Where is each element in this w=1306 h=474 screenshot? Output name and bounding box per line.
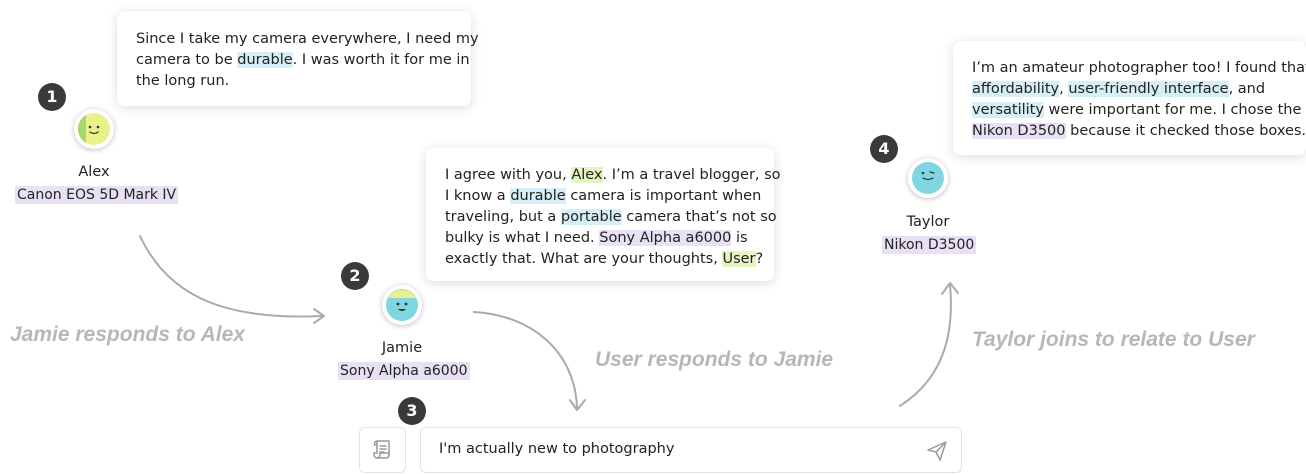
message-text: camera is important when <box>565 188 762 204</box>
send-icon[interactable] <box>925 439 949 467</box>
message-text: ? <box>755 251 764 267</box>
attribute-highlight: durable <box>510 188 566 204</box>
step-badge-1: 1 <box>38 83 66 111</box>
jamie-message-bubble: I agree with you, Alex. I’m a travel blo… <box>426 148 781 281</box>
camera-tag-jamie: Sony Alpha a6000 <box>338 362 470 380</box>
camera-tag-alex: Canon EOS 5D Mark IV <box>15 186 179 204</box>
step-badge-4: 4 <box>870 135 898 163</box>
message-text: I’m an amateur photographer too! I found… <box>972 60 1306 76</box>
message-text: bulky is what I need. <box>445 230 600 246</box>
smiley-face-icon <box>77 113 110 145</box>
participant-name-jamie: Jamie <box>381 340 423 356</box>
arrow-jamie-to-user <box>473 311 578 409</box>
camera-tag-taylor: Nikon D3500 <box>882 236 977 254</box>
scroll-icon <box>373 440 390 459</box>
attribute-highlight: durable <box>237 52 293 68</box>
attribute-highlight: affordability <box>972 81 1060 97</box>
smiley-face-icon <box>386 289 418 321</box>
message-text: Since I take my camera everywhere, I nee… <box>136 31 479 47</box>
message-text: is <box>731 230 748 246</box>
message-text: camera to be <box>136 52 238 68</box>
step-badge-2: 2 <box>341 262 369 290</box>
message-text: I know a <box>445 188 511 204</box>
avatar-alex <box>74 109 114 149</box>
attribute-highlight: portable <box>560 209 622 225</box>
name-highlight: Alex <box>571 167 603 183</box>
message-text: , and <box>1228 81 1266 97</box>
message-text: were important for me. I chose the <box>1043 102 1302 118</box>
attribute-highlight: versatility <box>972 102 1044 118</box>
alex-message-bubble: Since I take my camera everywhere, I nee… <box>117 11 479 106</box>
camera-highlight: Sony Alpha a6000 <box>599 230 732 246</box>
message-text: exactly that. What are your thoughts, <box>445 251 723 267</box>
taylor-message-bubble: I’m an amateur photographer too! I found… <box>953 41 1306 155</box>
message-text: . I’m a travel blogger, so <box>602 167 781 183</box>
participant-name-taylor: Taylor <box>906 214 950 230</box>
participant-name-alex: Alex <box>78 164 110 180</box>
avatar-taylor <box>908 158 948 198</box>
caption-taylor-joins: Taylor joins to relate to User <box>972 328 1255 351</box>
step-badge-3: 3 <box>398 397 426 425</box>
scroll-button[interactable] <box>359 427 406 473</box>
arrow-alex-to-jamie <box>139 235 323 318</box>
caption-jamie-responds: Jamie responds to Alex <box>10 323 245 346</box>
message-text: I agree with you, <box>445 167 572 183</box>
arrow-user-to-taylor <box>899 284 952 407</box>
message-text: because it checked those boxes. <box>1065 123 1306 139</box>
attribute-highlight: user-friendly interface <box>1068 81 1229 97</box>
message-text: . I was worth it for me in <box>292 52 470 68</box>
message-text: traveling, but a <box>445 209 561 225</box>
camera-highlight: Nikon D3500 <box>972 123 1066 139</box>
message-input[interactable]: I'm actually new to photography <box>420 427 962 473</box>
message-text: camera that’s not so <box>621 209 777 225</box>
smiley-face-icon <box>912 162 944 194</box>
message-text: the long run. <box>136 73 230 89</box>
avatar-jamie <box>382 285 422 325</box>
message-input-value: I'm actually new to photography <box>439 441 675 457</box>
caption-user-responds: User responds to Jamie <box>595 348 834 371</box>
name-highlight: User <box>722 251 756 267</box>
message-text: , <box>1059 81 1069 97</box>
